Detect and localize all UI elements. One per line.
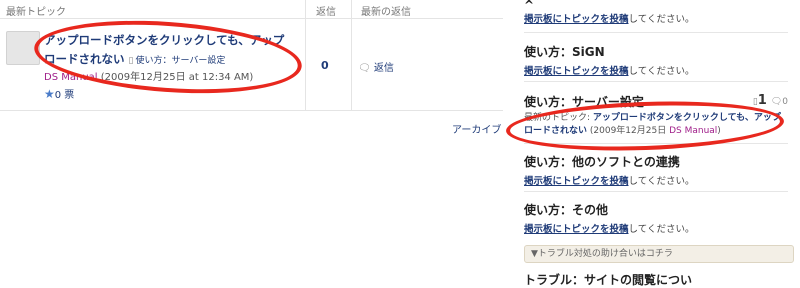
post-prompt: 掲示板にトピックを投稿してください。: [524, 14, 695, 25]
help-box-toggle[interactable]: ▼トラブル対処の助け合いはコチラ: [524, 245, 794, 263]
forum-section-partial: ^ 掲示板にトピックを投稿してください。: [524, 0, 788, 25]
reply-label: 返信: [373, 63, 394, 74]
topic-row: アップロードボタンをクリックしても、アップロードされない ▯ 使い方：サーバー設定: [44, 31, 294, 71]
column-divider: [305, 0, 306, 111]
post-prompt: 掲示板にトピックを投稿してください。: [524, 224, 695, 235]
avatar: [6, 31, 40, 65]
latest-topic: 最新のトピック: アップロードボタンをクリックしても、アップロードされない (2…: [524, 113, 781, 136]
col-header-replies: 返信: [316, 7, 336, 18]
section-divider: [524, 81, 788, 82]
vote-count: 0 票: [54, 90, 75, 101]
archive-link[interactable]: アーカイブ: [452, 121, 501, 136]
forum-title-partial[interactable]: トラブル：サイトの閲覧につい: [524, 271, 692, 288]
forum-title[interactable]: 使い方：他のソフトとの連携: [524, 153, 788, 170]
forum-section-sign: 使い方：SiGN 掲示板にトピックを投稿してください。: [524, 43, 788, 77]
post-prompt: 掲示板にトピックを投稿してください。: [524, 66, 695, 77]
section-divider: [524, 191, 788, 192]
forum-title[interactable]: 使い方：その他: [524, 201, 788, 218]
forum-section-integration: 使い方：他のソフトとの連携 掲示板にトピックを投稿してください。: [524, 153, 788, 187]
forum-title[interactable]: 使い方：SiGN: [524, 43, 788, 60]
topic-count: 1: [757, 93, 767, 108]
comment-icon: 🗨: [770, 97, 783, 107]
post-prompt: 掲示板にトピックを投稿してください。: [524, 176, 695, 187]
table-header: 最新トピック 返信 最新の返信: [0, 0, 503, 19]
forum-link[interactable]: 使い方：サーバー設定: [135, 56, 225, 66]
topic-byline: DS Manual (2009年12月25日 at 12:34 AM): [44, 68, 253, 83]
latest-user-link[interactable]: DS Manual: [669, 126, 717, 136]
section-divider: [524, 143, 788, 144]
post-topic-link[interactable]: 掲示板にトピックを投稿: [524, 66, 629, 77]
forum-title-partial: ^: [524, 0, 535, 8]
post-topic-link[interactable]: 掲示板にトピックを投稿: [524, 176, 629, 187]
reply-button[interactable]: 🗨 返信: [358, 59, 394, 74]
star-icon: ★: [44, 87, 55, 101]
row-divider: [0, 110, 503, 111]
col-header-latest: 最新の返信: [361, 7, 411, 18]
post-count: 0: [782, 97, 788, 107]
forum-sidebar: ^ 掲示板にトピックを投稿してください。 使い方：SiGN 掲示板にトピックを投…: [514, 0, 800, 287]
col-header-topic: 最新トピック: [6, 7, 66, 18]
forum-stats: ▯1 🗨0: [753, 93, 788, 108]
forum-title[interactable]: 使い方：サーバー設定: [524, 93, 788, 110]
forum-ref: ▯ 使い方：サーバー設定: [129, 56, 226, 66]
comment-icon: 🗨: [358, 63, 371, 74]
column-divider: [351, 0, 352, 111]
post-topic-link[interactable]: 掲示板にトピックを投稿: [524, 14, 629, 25]
votes[interactable]: ★0 票: [44, 86, 74, 101]
forum-section-server: 使い方：サーバー設定 ▯1 🗨0 最新のトピック: アップロードボタンをクリックし…: [524, 93, 788, 138]
topic-date: (2009年12月25日 at 12:34 AM): [100, 72, 254, 83]
section-divider: [524, 32, 788, 33]
reply-count[interactable]: 0: [321, 59, 329, 72]
document-icon: ▯: [128, 56, 134, 66]
post-topic-link[interactable]: 掲示板にトピックを投稿: [524, 224, 629, 235]
author-link[interactable]: DS Manual: [44, 72, 98, 83]
forum-section-other: 使い方：その他 掲示板にトピックを投稿してください。: [524, 201, 788, 235]
